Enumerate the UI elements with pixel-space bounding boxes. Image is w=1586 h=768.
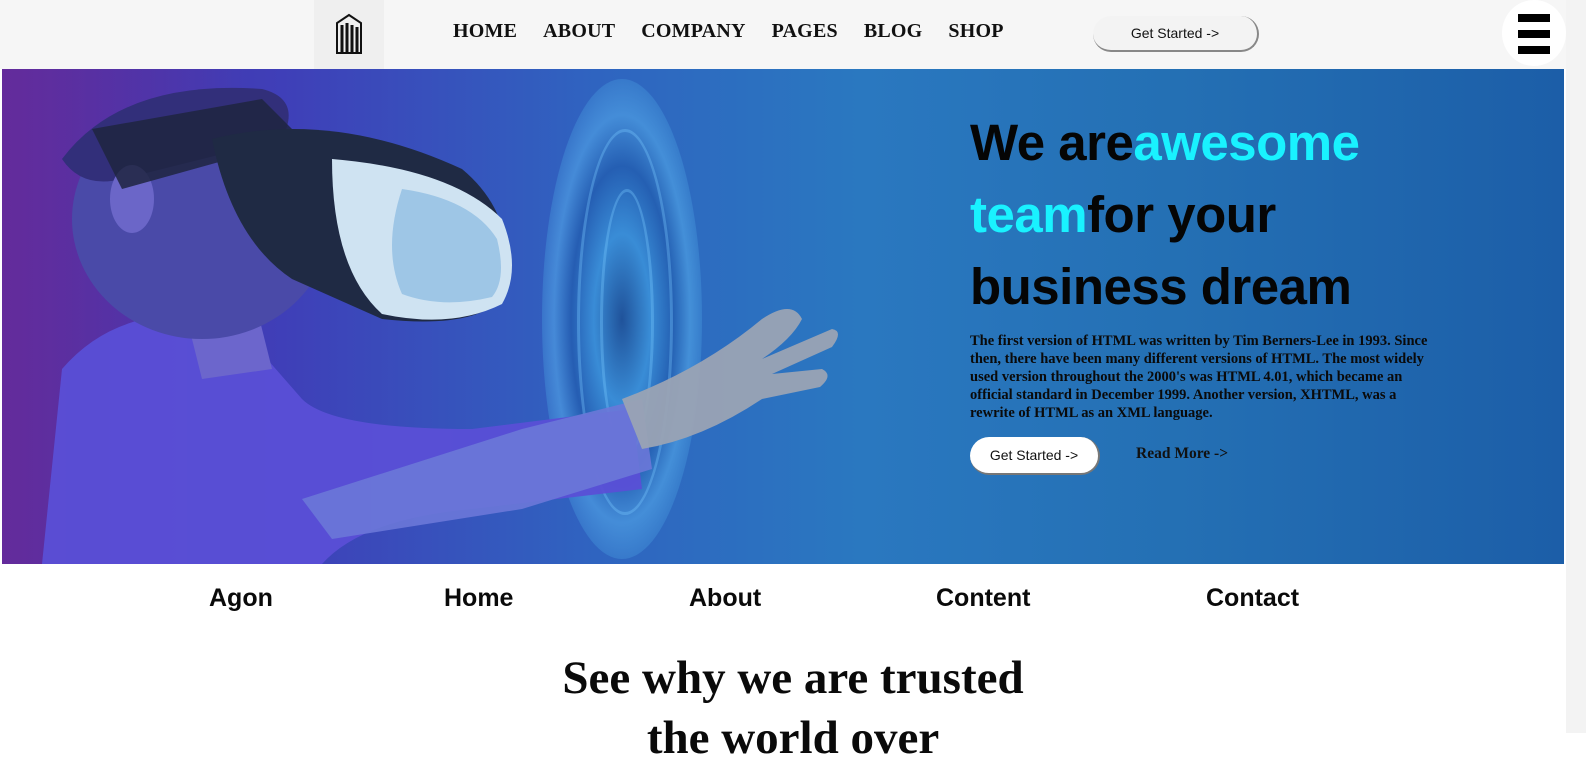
vr-boy-image [42, 87, 838, 564]
hero-title-part: business dream [970, 258, 1352, 315]
hero-title-accent: team [970, 186, 1088, 243]
hero-get-started-button[interactable]: Get Started -> [970, 437, 1100, 475]
hero-section: We areawesome teamfor your business drea… [2, 69, 1564, 564]
hero-title-part: We are [970, 114, 1134, 171]
section-title-line: See why we are trusted [562, 652, 1024, 704]
nav-home[interactable]: HOME [453, 20, 517, 43]
get-started-button[interactable]: Get Started -> [1093, 16, 1259, 52]
subnav-content[interactable]: Content [936, 584, 1030, 613]
building-logo-icon [336, 13, 362, 54]
nav-shop[interactable]: SHOP [948, 20, 1003, 43]
subnav-home[interactable]: Home [444, 584, 513, 613]
top-navbar: HOME ABOUT COMPANY PAGES BLOG SHOP Get S… [0, 0, 1566, 69]
hero-title-part: for your [1087, 186, 1276, 243]
section-title-line: the world over [646, 712, 940, 764]
nav-blog[interactable]: BLOG [864, 20, 923, 43]
nav-about[interactable]: ABOUT [543, 20, 615, 43]
hero-description: The first version of HTML was written by… [970, 333, 1428, 421]
subnav-about[interactable]: About [689, 584, 761, 613]
nav-company[interactable]: COMPANY [641, 20, 745, 43]
page-edge [1566, 0, 1586, 733]
read-more-link[interactable]: Read More -> [1136, 445, 1228, 463]
hero-title-accent: awesome [1133, 114, 1360, 171]
subnav-contact[interactable]: Contact [1206, 584, 1299, 613]
main-nav: HOME ABOUT COMPANY PAGES BLOG SHOP [453, 20, 1030, 43]
section-title: See why we are trusted the world over [0, 648, 1586, 768]
logo[interactable] [314, 0, 384, 69]
hamburger-menu-icon[interactable] [1518, 14, 1550, 54]
hero-title: We areawesome teamfor your business drea… [970, 107, 1440, 323]
nav-pages[interactable]: PAGES [772, 20, 838, 43]
subnav-agon[interactable]: Agon [209, 584, 273, 613]
